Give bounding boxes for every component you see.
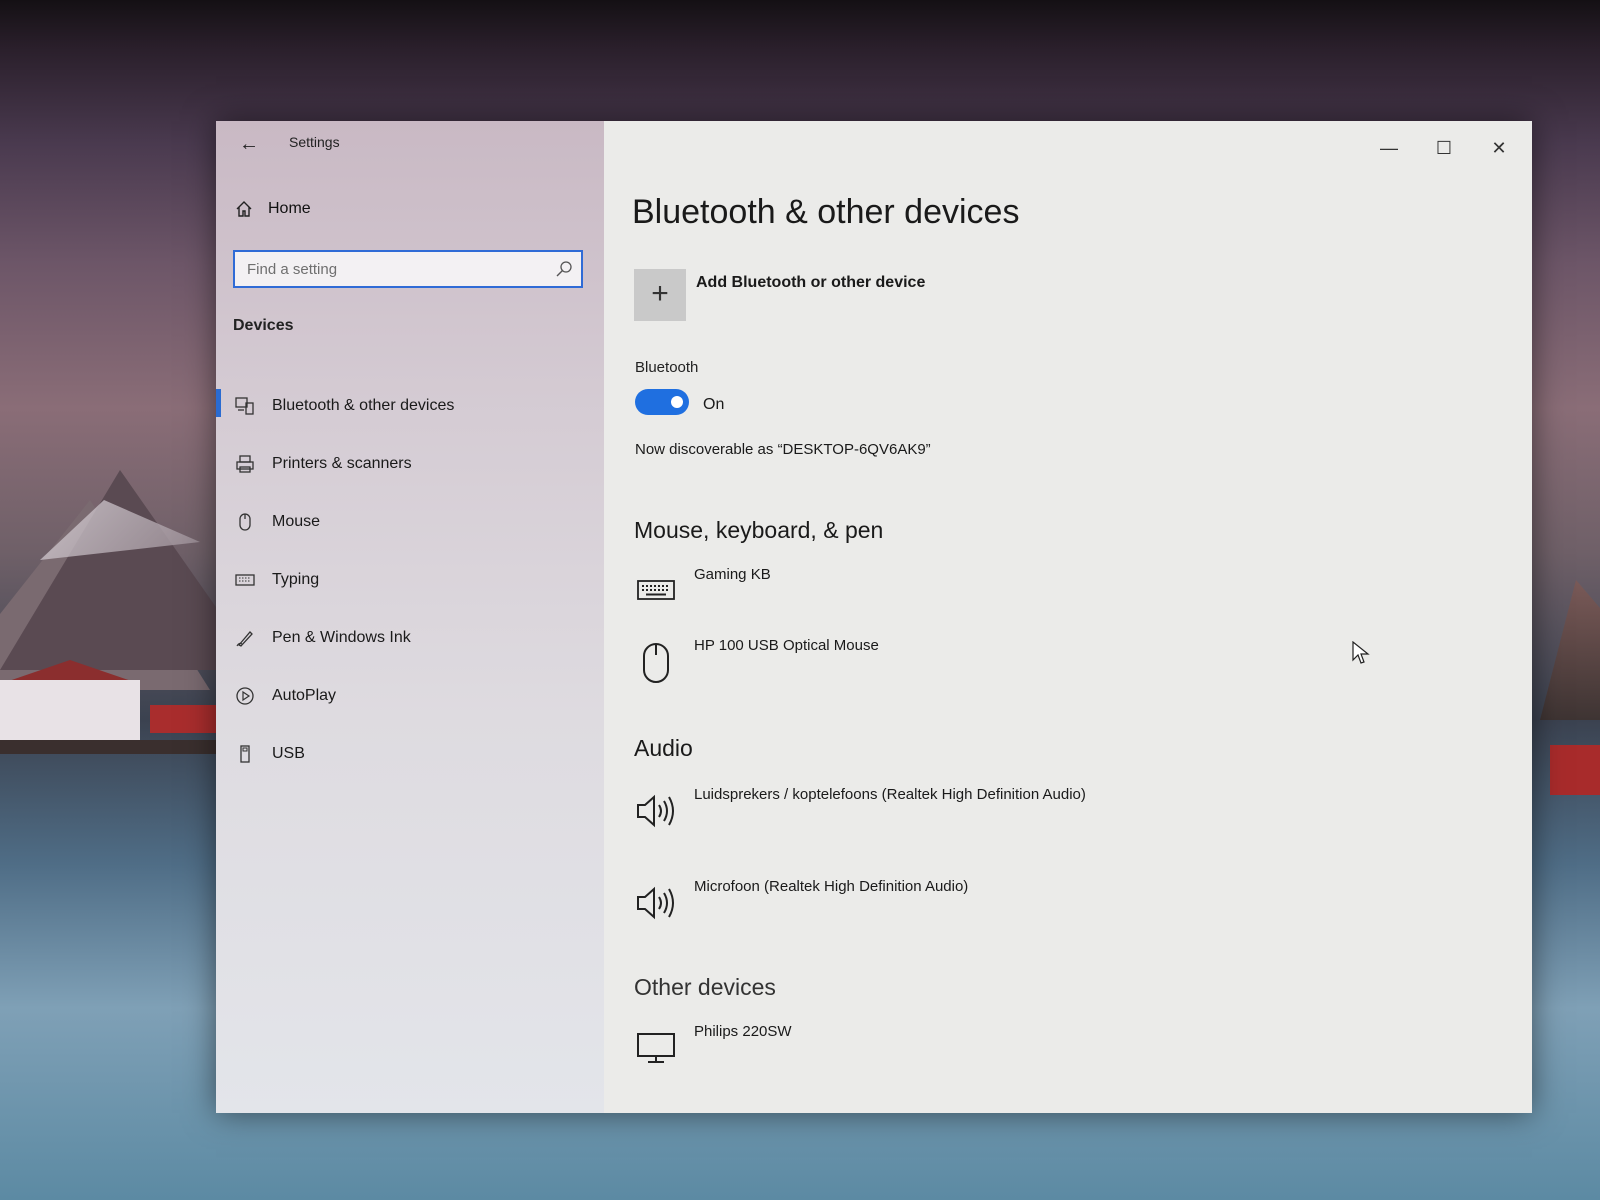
back-arrow-icon[interactable]: ← bbox=[236, 131, 262, 157]
sidebar-item-mouse[interactable]: Mouse bbox=[216, 493, 604, 551]
add-device-button[interactable]: + bbox=[634, 269, 686, 321]
close-button[interactable]: ✕ bbox=[1479, 135, 1519, 161]
sidebar-item-label: Bluetooth & other devices bbox=[272, 397, 455, 414]
bluetooth-devices-icon bbox=[235, 397, 254, 415]
minimize-button[interactable]: — bbox=[1369, 135, 1409, 161]
sidebar-item-label: AutoPlay bbox=[272, 687, 337, 704]
bluetooth-label: Bluetooth bbox=[635, 359, 699, 376]
bluetooth-state: On bbox=[703, 396, 725, 413]
main-content: — ☐ ✕ Bluetooth & other devices + Add Bl… bbox=[604, 121, 1532, 1113]
desktop-red-house-right bbox=[1550, 745, 1600, 795]
sidebar-item-printers[interactable]: Printers & scanners bbox=[216, 435, 604, 493]
settings-window: ← Settings Home Devices Bluet bbox=[216, 121, 1532, 1113]
sidebar-item-usb[interactable]: USB bbox=[216, 725, 604, 783]
printer-icon bbox=[236, 455, 254, 473]
sidebar-item-label: USB bbox=[272, 745, 305, 762]
sidebar-item-label: Typing bbox=[272, 571, 320, 588]
device-name: Microfoon (Realtek High Definition Audio… bbox=[694, 878, 969, 895]
sidebar-item-label: Mouse bbox=[272, 513, 321, 530]
search-icon[interactable] bbox=[555, 260, 573, 278]
section-title-devices: Devices bbox=[233, 317, 294, 334]
usb-icon bbox=[240, 745, 250, 763]
device-name: Gaming KB bbox=[694, 566, 771, 583]
maximize-button[interactable]: ☐ bbox=[1424, 135, 1464, 161]
plus-icon: + bbox=[651, 277, 669, 310]
keyboard-icon bbox=[235, 574, 255, 586]
toggle-knob bbox=[671, 396, 683, 408]
page-title: Bluetooth & other devices bbox=[632, 193, 1020, 231]
add-device-label[interactable]: Add Bluetooth or other device bbox=[696, 274, 925, 292]
device-keyboard[interactable]: Gaming KB bbox=[634, 566, 771, 613]
section-title-input: Mouse, keyboard, & pen bbox=[634, 517, 884, 543]
monitor-icon bbox=[637, 1033, 675, 1063]
section-title-audio: Audio bbox=[634, 735, 693, 761]
desktop-mountain-right bbox=[1540, 580, 1600, 720]
bluetooth-toggle[interactable] bbox=[635, 389, 689, 415]
device-monitor[interactable]: Philips 220SW bbox=[634, 1023, 792, 1070]
sidebar-item-label: Pen & Windows Ink bbox=[272, 629, 411, 646]
nav-home-label: Home bbox=[268, 200, 311, 217]
nav-list: Bluetooth & other devices Printers & sca… bbox=[216, 377, 604, 783]
device-speakers[interactable]: Luidsprekers / koptelefoons (Realtek Hig… bbox=[634, 786, 1086, 833]
desktop-pier bbox=[0, 740, 230, 754]
desktop-house bbox=[0, 680, 140, 740]
device-name: HP 100 USB Optical Mouse bbox=[694, 637, 879, 654]
discoverable-text: Now discoverable as “DESKTOP-6QV6AK9” bbox=[635, 441, 931, 458]
device-mouse[interactable]: HP 100 USB Optical Mouse bbox=[634, 637, 879, 684]
autoplay-icon bbox=[236, 687, 254, 705]
mouse-icon bbox=[643, 643, 669, 683]
home-icon bbox=[236, 201, 252, 217]
speaker-icon bbox=[637, 886, 674, 920]
window-title: Settings bbox=[289, 134, 340, 150]
search-box[interactable] bbox=[233, 250, 583, 288]
nav-home[interactable]: Home bbox=[234, 199, 311, 219]
sidebar-item-label: Printers & scanners bbox=[272, 455, 412, 472]
section-title-other: Other devices bbox=[634, 974, 776, 1000]
mouse-icon bbox=[239, 513, 251, 531]
device-microphone[interactable]: Microfoon (Realtek High Definition Audio… bbox=[634, 878, 968, 925]
device-name: Philips 220SW bbox=[694, 1023, 792, 1040]
sidebar-item-bluetooth[interactable]: Bluetooth & other devices bbox=[216, 377, 604, 435]
mouse-cursor-icon bbox=[1352, 641, 1370, 664]
sidebar-item-typing[interactable]: Typing bbox=[216, 551, 604, 609]
search-input[interactable] bbox=[235, 252, 559, 286]
pen-icon bbox=[236, 631, 253, 647]
sidebar-item-autoplay[interactable]: AutoPlay bbox=[216, 667, 604, 725]
speaker-icon bbox=[637, 794, 674, 828]
sidebar: ← Settings Home Devices Bluet bbox=[216, 121, 604, 1113]
desktop-red-house bbox=[150, 705, 220, 733]
keyboard-icon bbox=[637, 580, 675, 600]
device-name: Luidsprekers / koptelefoons (Realtek Hig… bbox=[694, 786, 1086, 803]
sidebar-item-pen[interactable]: Pen & Windows Ink bbox=[216, 609, 604, 667]
